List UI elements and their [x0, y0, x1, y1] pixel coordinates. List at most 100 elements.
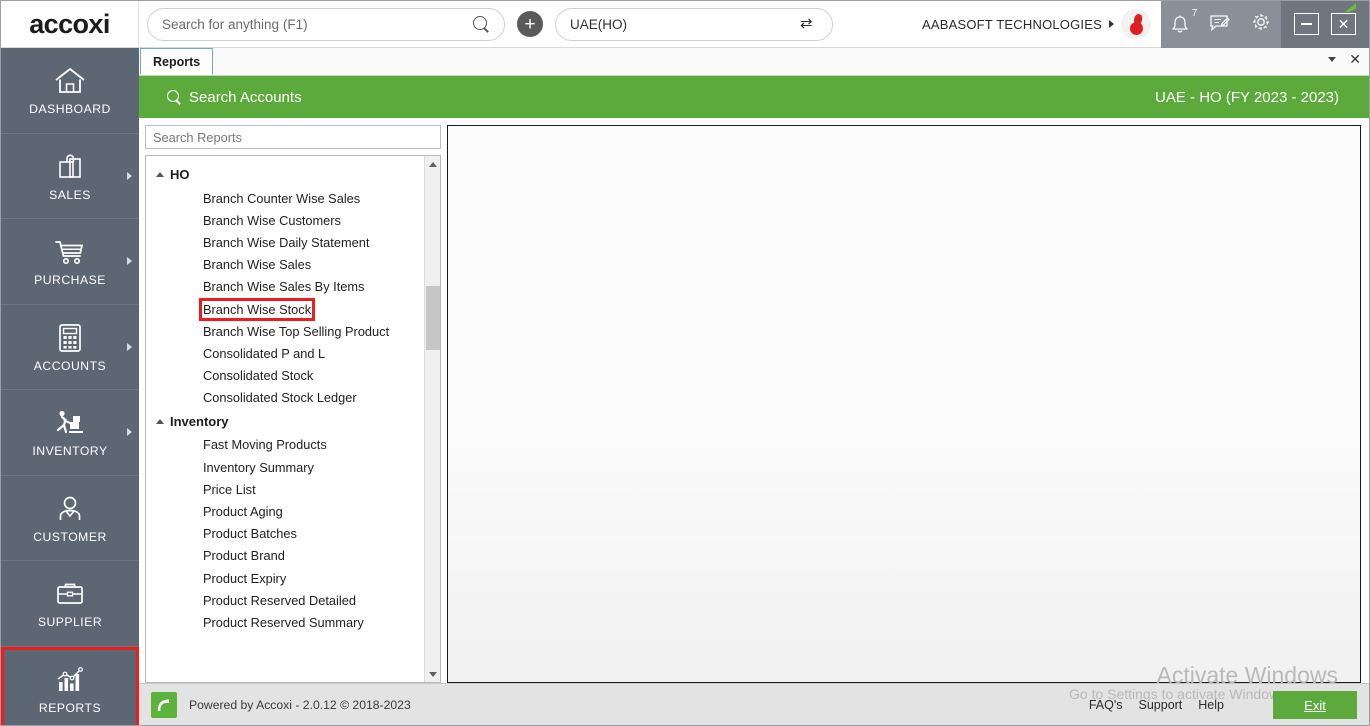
chevron-right-icon [127, 428, 132, 436]
add-new-button[interactable]: + [517, 11, 543, 37]
sidebar-item-accounts[interactable]: ACCOUNTS [1, 305, 139, 391]
accoxi-mark-icon [151, 692, 177, 718]
tree-group-label: HO [170, 167, 190, 182]
main-sidebar: DASHBOARD SALES [1, 48, 139, 725]
list-item[interactable]: Branch Wise Customers [146, 209, 423, 231]
sidebar-item-purchase[interactable]: PURCHASE [1, 219, 139, 305]
sidebar-label: CUSTOMER [33, 530, 107, 544]
list-item[interactable]: Product Reserved Summary [146, 611, 423, 633]
company-area[interactable]: AABASOFT TECHNOLOGIES [922, 1, 1161, 48]
list-item[interactable]: Product Batches [146, 523, 423, 545]
list-item[interactable]: Fast Moving Products [146, 434, 423, 456]
list-item[interactable]: Consolidated P and L [146, 342, 423, 364]
main-content: Reports ✕ Search Accounts UAE - HO (FY 2… [139, 48, 1369, 725]
shopping-cart-icon [52, 235, 88, 269]
chevron-right-icon [127, 257, 132, 265]
support-link[interactable]: Support [1139, 698, 1183, 712]
list-item[interactable]: Branch Wise Top Selling Product [146, 320, 423, 342]
scroll-up-icon[interactable] [425, 156, 441, 172]
chevron-right-icon [127, 343, 132, 351]
application-window: accoxi + UAE(HO) ⇄ AABASOFT TECHNOLOGIES [0, 0, 1370, 726]
close-icon[interactable]: ✕ [1331, 13, 1356, 35]
branch-value: UAE(HO) [570, 17, 800, 32]
search-icon[interactable] [473, 16, 490, 33]
list-item[interactable]: Product Reserved Detailed [146, 589, 423, 611]
sidebar-label: SALES [49, 188, 91, 202]
global-search-box[interactable] [147, 8, 505, 41]
list-item[interactable]: Branch Wise Sales By Items [146, 276, 423, 298]
bell-icon[interactable]: 7 [1170, 13, 1190, 35]
chevron-right-icon [127, 172, 132, 180]
sidebar-item-supplier[interactable]: SUPPLIER [1, 561, 139, 647]
minimize-icon[interactable] [1294, 13, 1319, 35]
tab-reports[interactable]: Reports [140, 48, 213, 75]
list-item[interactable]: Branch Counter Wise Sales [146, 187, 423, 209]
search-input[interactable] [162, 17, 473, 32]
status-bar: Powered by Accoxi - 2.0.12 © 2018-2023 G… [139, 683, 1369, 725]
chevron-up-icon [156, 419, 164, 424]
help-link[interactable]: Help [1198, 698, 1224, 712]
chevron-right-icon[interactable] [1109, 20, 1114, 28]
body-area: HO Branch Counter Wise Sales Branch Wise… [139, 118, 1369, 683]
tree-group-inventory[interactable]: Inventory [146, 409, 423, 434]
tab-controls: ✕ [1328, 52, 1361, 66]
list-item[interactable]: Product Brand [146, 545, 423, 567]
shopping-bag-icon [52, 150, 88, 184]
app-logo[interactable]: accoxi [1, 1, 139, 48]
company-name: AABASOFT TECHNOLOGIES [922, 17, 1102, 32]
close-tab-icon[interactable]: ✕ [1349, 52, 1361, 66]
page-header-bar: Search Accounts UAE - HO (FY 2023 - 2023… [139, 76, 1369, 118]
page-title: Search Accounts [189, 89, 302, 106]
warehouse-worker-icon [52, 406, 88, 440]
list-item[interactable]: Branch Wise Sales [146, 254, 423, 276]
exit-button[interactable]: Exit [1273, 691, 1357, 719]
top-header-bar: accoxi + UAE(HO) ⇄ AABASOFT TECHNOLOGIES [1, 1, 1369, 48]
chevron-up-icon [156, 172, 164, 177]
logo-text: accoxi [29, 9, 109, 40]
tree-group-ho[interactable]: HO [146, 162, 423, 187]
scrollbar-thumb[interactable] [426, 286, 440, 350]
reports-search-input[interactable] [153, 130, 433, 145]
tree-group-label: Inventory [170, 414, 229, 429]
footer-links: FAQ's Support Help [1089, 698, 1224, 712]
list-item[interactable]: Consolidated Stock Ledger [146, 387, 423, 409]
list-item[interactable]: Branch Wise Daily Statement [146, 231, 423, 253]
list-item[interactable]: Price List [146, 478, 423, 500]
list-item[interactable]: Product Expiry [146, 567, 423, 589]
branch-selector[interactable]: UAE(HO) ⇄ [555, 8, 833, 41]
list-item[interactable]: Consolidated Stock [146, 365, 423, 387]
sidebar-item-reports[interactable]: REPORTS [1, 647, 139, 726]
powered-by-text: Powered by Accoxi - 2.0.12 © 2018-2023 [189, 698, 411, 712]
notification-badge: 7 [1192, 8, 1198, 19]
faq-link[interactable]: FAQ's [1089, 698, 1123, 712]
header-icon-group: 7 [1161, 1, 1281, 48]
gear-icon[interactable] [1250, 11, 1272, 38]
bar-chart-icon [52, 663, 88, 697]
briefcase-icon [52, 577, 88, 611]
sidebar-label: INVENTORY [32, 444, 107, 458]
switch-branch-icon[interactable]: ⇄ [800, 16, 818, 32]
search-icon [167, 90, 182, 105]
list-item[interactable]: Product Aging [146, 500, 423, 522]
list-item[interactable]: Inventory Summary [146, 456, 423, 478]
person-icon [52, 492, 88, 526]
fiscal-year-label: UAE - HO (FY 2023 - 2023) [1155, 89, 1351, 106]
sidebar-item-customer[interactable]: CUSTOMER [1, 476, 139, 562]
list-item-branch-wise-stock[interactable]: Branch Wise Stock [146, 298, 423, 320]
sidebar-label: SUPPLIER [38, 615, 102, 629]
home-icon [52, 64, 88, 98]
reports-search-box[interactable] [145, 125, 441, 149]
sidebar-item-inventory[interactable]: INVENTORY [1, 390, 139, 476]
sidebar-item-sales[interactable]: SALES [1, 134, 139, 220]
calculator-icon [52, 321, 88, 355]
reports-tree: HO Branch Counter Wise Sales Branch Wise… [145, 155, 441, 683]
reports-tree-scrollbar[interactable] [424, 156, 440, 682]
tab-bar: Reports ✕ [139, 48, 1369, 76]
message-icon[interactable] [1209, 12, 1231, 37]
scroll-down-icon[interactable] [425, 666, 441, 682]
search-accounts-header[interactable]: Search Accounts [167, 89, 302, 106]
sidebar-item-dashboard[interactable]: DASHBOARD [1, 48, 139, 134]
avatar[interactable] [1121, 9, 1151, 39]
report-content-panel: Activate Windows [447, 125, 1361, 683]
chevron-down-icon[interactable] [1328, 57, 1336, 62]
